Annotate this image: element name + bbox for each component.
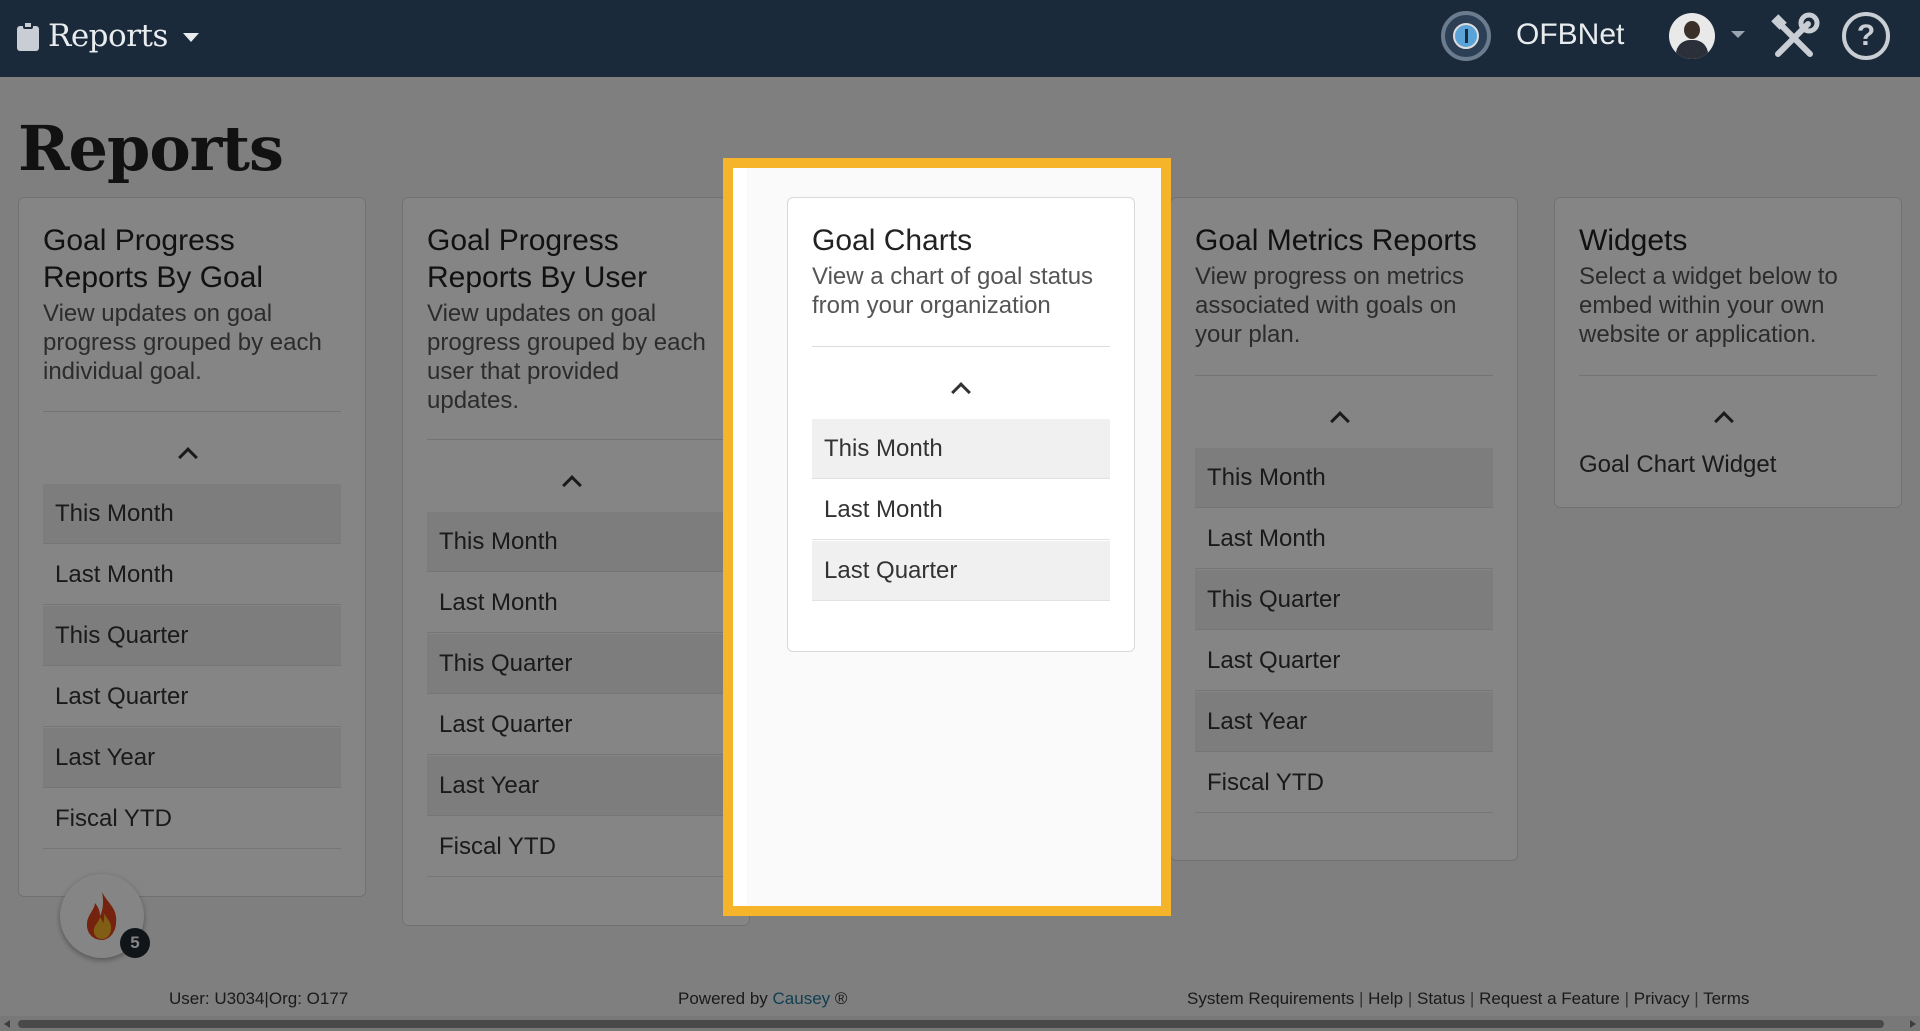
chevron-up-icon[interactable] [951, 382, 971, 402]
avatar-caret-down-icon[interactable] [1731, 31, 1745, 38]
caret-down-icon [182, 33, 199, 42]
user-avatar[interactable] [1669, 13, 1715, 59]
top-navbar: Reports OFBNet ? [0, 0, 1920, 77]
nav-brand-label: Reports [48, 18, 168, 54]
card-goal-charts: Goal Charts View a chart of goal status … [787, 197, 1135, 652]
clipboard-icon [17, 21, 39, 51]
card-description: View a chart of goal status from your or… [812, 263, 1094, 319]
card-title: Goal Charts [812, 224, 973, 257]
help-icon[interactable]: ? [1842, 12, 1890, 60]
period-item-last-month[interactable]: Last Month [812, 480, 1110, 540]
org-name: OFBNet [1516, 18, 1625, 51]
spotlight-strip [733, 168, 747, 906]
highlight-frame: Goal Charts View a chart of goal status … [723, 158, 1171, 916]
reports-menu-toggle[interactable]: Reports [17, 18, 199, 54]
period-item-this-month[interactable]: This Month [812, 419, 1110, 479]
card-divider [812, 346, 1110, 347]
tools-icon[interactable] [1768, 12, 1820, 64]
org-logo-icon[interactable] [1441, 11, 1491, 61]
period-item-last-quarter[interactable]: Last Quarter [812, 541, 1110, 601]
